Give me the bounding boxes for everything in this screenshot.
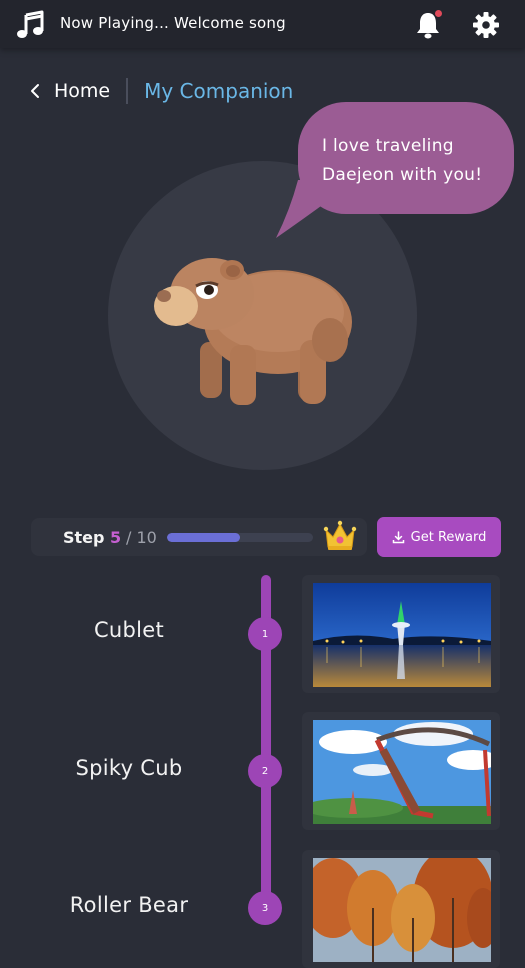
breadcrumb-home-link[interactable]: Home <box>54 80 110 102</box>
gear-icon <box>473 12 499 38</box>
tower-night-plaza-image <box>313 583 491 687</box>
get-reward-label: Get Reward <box>410 529 487 545</box>
download-icon <box>392 530 404 543</box>
breadcrumb: Home My Companion <box>28 76 293 106</box>
now-playing-text: Now Playing... Welcome song <box>60 14 286 32</box>
page-title: My Companion <box>144 79 294 103</box>
notification-badge <box>435 10 442 17</box>
step-progress-bar: Step 5 / 10 <box>31 518 367 556</box>
speech-line-1: I love traveling <box>322 136 454 156</box>
stage-name-3: Roller Bear <box>69 893 189 917</box>
music-note-icon[interactable] <box>16 10 46 40</box>
stage-dot-2: 2 <box>248 754 282 788</box>
stage-photo-card-3[interactable] <box>302 850 500 968</box>
stage-name-2: Spiky Cub <box>75 756 183 780</box>
amusement-swing-ride-image <box>313 720 491 824</box>
stage-photo-card-2[interactable] <box>302 712 500 830</box>
top-bar: Now Playing... Welcome song <box>0 0 525 48</box>
crown-icon <box>323 520 357 550</box>
progress-track <box>167 533 313 542</box>
progress-fill <box>167 533 240 542</box>
settings-button[interactable] <box>472 11 500 39</box>
stage-dot-3: 3 <box>248 891 282 925</box>
stage-photo-card-1[interactable] <box>302 575 500 693</box>
stage-name-1: Cublet <box>93 618 165 642</box>
autumn-forest-image <box>313 858 491 962</box>
chevron-left-icon[interactable] <box>28 81 42 101</box>
step-current: 5 <box>110 528 122 547</box>
get-reward-button[interactable]: Get Reward <box>377 517 501 557</box>
breadcrumb-divider <box>126 78 129 104</box>
bear-companion[interactable] <box>150 250 360 410</box>
speech-text: I love traveling Daejeon with you! <box>322 132 512 190</box>
speech-line-2: Daejeon with you! <box>322 165 483 185</box>
step-label: Step <box>63 528 105 547</box>
notification-button[interactable] <box>414 10 442 40</box>
step-total: / 10 <box>126 528 157 547</box>
stage-dot-1: 1 <box>248 617 282 651</box>
